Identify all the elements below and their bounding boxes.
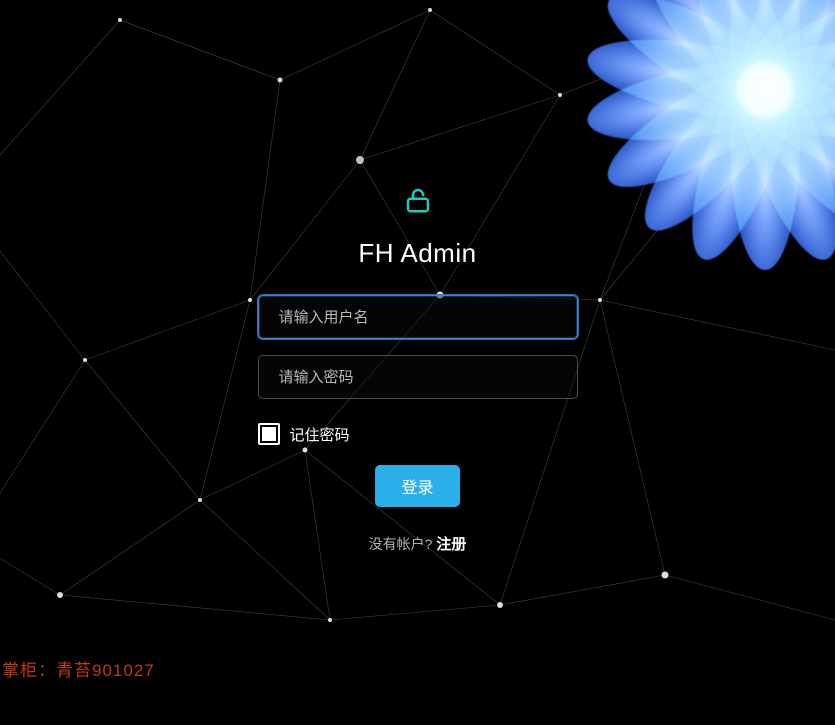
username-input[interactable] <box>258 295 578 339</box>
remember-label: 记住密码 <box>290 424 350 445</box>
signup-link[interactable]: 注册 <box>436 533 466 554</box>
remember-checkbox[interactable] <box>258 423 280 445</box>
login-button[interactable]: 登录 <box>375 465 459 507</box>
app-title: FH Admin <box>358 238 476 269</box>
footer-credit: 掌柜：青苔901027 <box>2 656 155 681</box>
flower-decoration <box>555 0 835 300</box>
signup-prompt: 没有帐户? <box>369 534 433 554</box>
password-input[interactable] <box>258 355 578 399</box>
login-form: FH Admin 记住密码 登录 没有帐户? 注册 <box>258 185 578 554</box>
remember-row: 记住密码 <box>258 423 578 445</box>
unlock-icon <box>403 185 433 220</box>
signup-row: 没有帐户? 注册 <box>369 533 467 554</box>
